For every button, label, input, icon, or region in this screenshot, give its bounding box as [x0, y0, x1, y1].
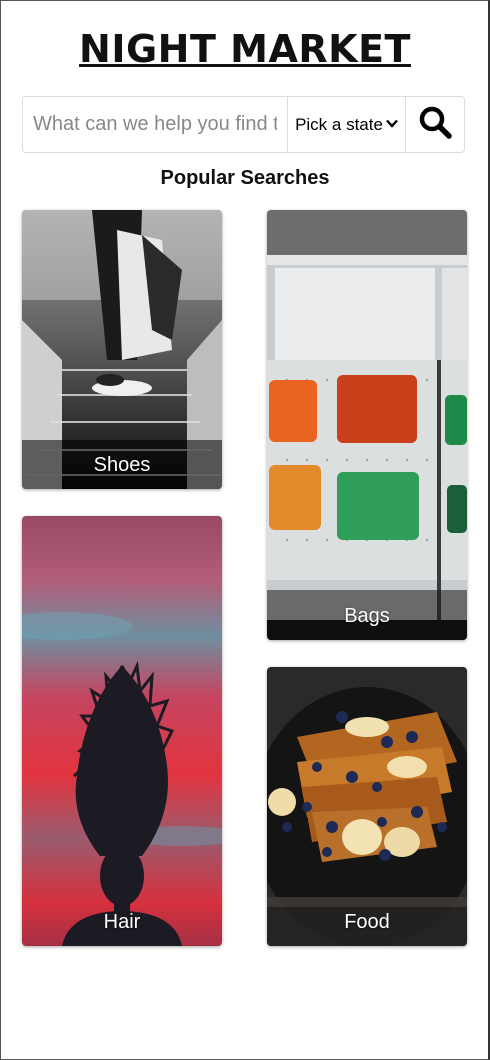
hair-silhouette-sunset-photo — [22, 516, 222, 946]
card-label: Bags — [344, 605, 390, 627]
french-toast-blueberries-photo — [267, 667, 467, 946]
state-select-label: Pick a state — [295, 114, 383, 134]
card-label: Shoes — [93, 454, 151, 476]
category-card-shoes[interactable]: Shoes — [22, 210, 222, 489]
escalator-sneakers-photo — [22, 210, 222, 489]
search-button[interactable] — [405, 97, 464, 152]
search-bar: Pick a state — [22, 96, 465, 153]
search-icon — [418, 105, 452, 144]
colorful-bags-wall-photo — [267, 210, 467, 640]
category-card-food[interactable]: Food — [267, 667, 467, 946]
state-select[interactable]: Pick a state — [287, 97, 405, 152]
card-label: Food — [344, 911, 390, 933]
chevron-down-icon — [386, 116, 398, 131]
popular-searches-title: Popular Searches — [160, 167, 330, 189]
search-input[interactable] — [23, 97, 287, 152]
card-label: Hair — [103, 911, 141, 933]
category-card-hair[interactable]: Hair — [22, 516, 222, 946]
category-card-bags[interactable]: Bags — [267, 210, 467, 640]
site-logo[interactable]: NIGHT MARKET — [1, 27, 489, 71]
